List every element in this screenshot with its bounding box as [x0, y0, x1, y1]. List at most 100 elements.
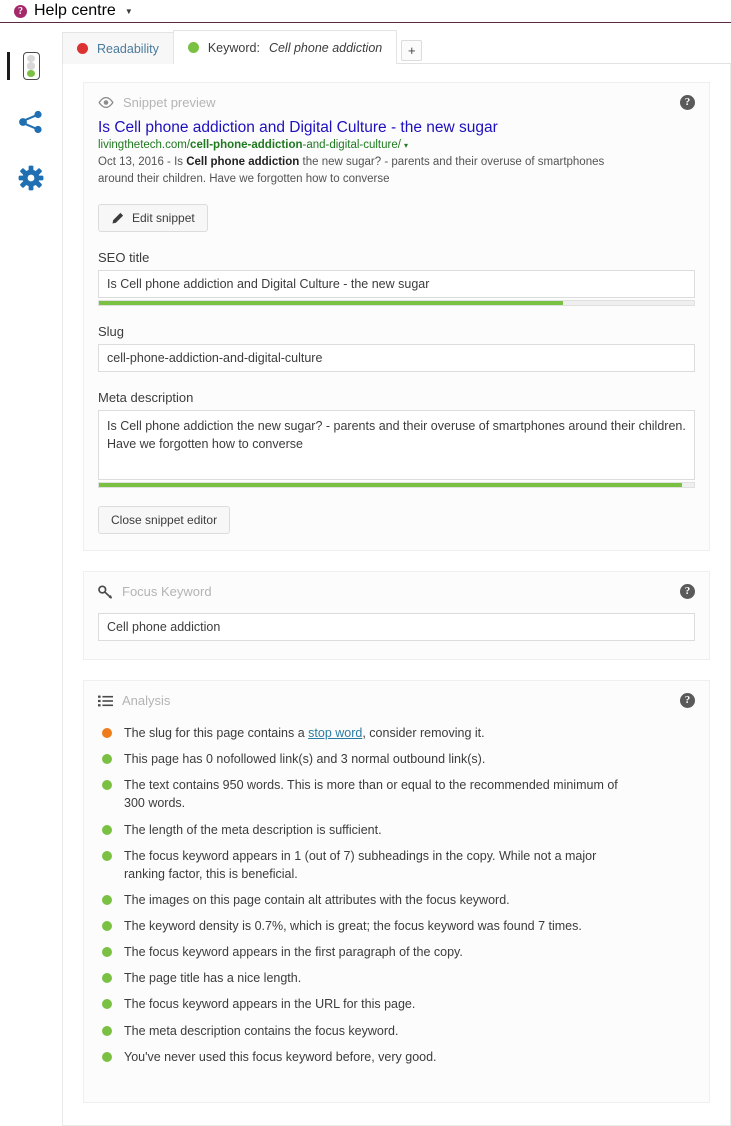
analysis-item-text: The length of the meta description is su… — [124, 822, 382, 837]
key-icon — [98, 584, 113, 599]
snippet-desc-keyword: Cell phone addiction — [186, 156, 300, 169]
analysis-help-icon[interactable]: ? — [680, 693, 695, 709]
analysis-item: The text contains 950 words. This is mor… — [98, 772, 695, 816]
analysis-item-text: The keyword density is 0.7%, which is gr… — [124, 919, 582, 934]
snippet-url-domain: livingthetech.com/ — [98, 139, 191, 152]
tab-readability-label: Readability — [97, 41, 159, 56]
analysis-item: The slug for this page contains a stop w… — [98, 720, 695, 746]
analysis-status-dot — [102, 894, 112, 905]
add-keyword-tab-button[interactable]: + — [401, 40, 423, 61]
meta-description-progress-bar — [98, 482, 695, 489]
focus-keyword-help-icon[interactable]: ? — [680, 584, 695, 600]
tab-strip: Readability Keyword: Cell phone addictio… — [62, 30, 731, 64]
snippet-result-title[interactable]: Is Cell phone addiction and Digital Cult… — [98, 118, 695, 137]
snippet-preview-title: Snippet preview — [123, 95, 216, 110]
focus-keyword-title: Focus Keyword — [122, 584, 212, 600]
help-centre-bar: ? Help centre ▼ — [0, 0, 731, 23]
analysis-status-dot — [102, 947, 112, 958]
meta-description-progress-fill — [99, 483, 683, 488]
snippet-preview-body: Is Cell phone addiction and Digital Cult… — [84, 118, 709, 550]
sidebar-item-seo-traffic-light[interactable] — [7, 50, 48, 82]
analysis-item: The focus keyword appears in 1 (out of 7… — [98, 843, 695, 887]
analysis-item-text: The focus keyword appears in 1 (out of 7… — [124, 848, 597, 881]
chevron-down-icon[interactable]: ▼ — [125, 7, 133, 16]
snippet-preview-help-icon[interactable]: ? — [680, 95, 695, 110]
keyword-status-dot — [187, 42, 199, 53]
analysis-item-text: The page title has a nice length. — [124, 971, 302, 986]
share-icon — [19, 110, 42, 134]
analysis-item: The keyword density is 0.7%, which is gr… — [98, 913, 695, 939]
slug-input[interactable] — [98, 344, 695, 373]
slug-label: Slug — [98, 324, 125, 340]
snippet-result-url[interactable]: livingthetech.com/cell-phone-addiction-a… — [98, 139, 695, 151]
tab-keyword-value: Cell phone addiction — [268, 40, 383, 55]
panels-container: Snippet preview ? Is Cell phone addictio… — [62, 64, 731, 1126]
snippet-result-description: Oct 13, 2016 - Is Cell phone addiction t… — [98, 154, 626, 187]
analysis-item-text: This page has 0 nofollowed link(s) and 3… — [124, 752, 486, 767]
tab-keyword-label: Keyword: — [207, 40, 260, 55]
seo-title-input[interactable] — [98, 270, 695, 299]
analysis-item: The focus keyword appears in the first p… — [98, 939, 695, 965]
seo-title-progress-bar — [98, 300, 695, 307]
analysis-status-dot — [102, 728, 112, 739]
analysis-item: The length of the meta description is su… — [98, 817, 695, 843]
analysis-item-text: The slug for this page contains a stop w… — [124, 726, 485, 741]
tab-readability[interactable]: Readability — [62, 32, 174, 64]
analysis-item: You've never used this focus keyword bef… — [98, 1044, 695, 1070]
focus-keyword-input[interactable] — [98, 613, 695, 642]
help-centre-label[interactable]: Help centre — [34, 2, 116, 20]
analysis-item-text: The meta description contains the focus … — [124, 1023, 399, 1038]
analysis-status-dot — [102, 754, 112, 765]
content-column: Readability Keyword: Cell phone addictio… — [62, 24, 731, 1126]
analysis-status-dot — [102, 1051, 112, 1062]
gear-icon — [18, 165, 44, 191]
analysis-item-text: The focus keyword appears in the URL for… — [124, 997, 416, 1012]
tab-keyword[interactable]: Keyword: Cell phone addiction — [172, 30, 398, 64]
analysis-item: This page has 0 nofollowed link(s) and 3… — [98, 746, 695, 772]
meta-description-textarea[interactable]: Is Cell phone addiction the new sugar? -… — [98, 410, 695, 481]
analysis-item-link[interactable]: stop word — [308, 726, 362, 740]
workspace: Readability Keyword: Cell phone addictio… — [0, 24, 731, 1126]
pencil-icon — [112, 212, 124, 224]
snippet-desc-date: Oct 13, 2016 - — [98, 156, 175, 169]
analysis-title: Analysis — [122, 693, 171, 709]
snippet-url-rest: -and-digital-culture/ — [302, 139, 401, 152]
analysis-item: The focus keyword appears in the URL for… — [98, 991, 695, 1017]
analysis-item: The page title has a nice length. — [98, 965, 695, 991]
analysis-status-dot — [102, 921, 112, 932]
focus-keyword-body — [84, 607, 709, 659]
sidebar-item-settings[interactable] — [14, 162, 48, 194]
traffic-light-icon — [22, 52, 40, 80]
meta-description-label: Meta description — [98, 390, 194, 406]
analysis-item: The images on this page contain alt attr… — [98, 887, 695, 913]
chevron-down-icon[interactable]: ▾ — [404, 141, 408, 150]
analysis-item-text: You've never used this focus keyword bef… — [124, 1049, 437, 1064]
analysis-list: The slug for this page contains a stop w… — [98, 716, 695, 1076]
seo-title-progress-fill — [99, 301, 564, 306]
analysis-item-text: The images on this page contain alt attr… — [124, 892, 510, 907]
analysis-status-dot — [102, 850, 112, 861]
focus-keyword-card: Focus Keyword ? — [83, 571, 710, 661]
snippet-preview-card: Snippet preview ? Is Cell phone addictio… — [83, 82, 710, 552]
eye-icon — [98, 97, 114, 108]
close-snippet-editor-button[interactable]: Close snippet editor — [98, 506, 231, 535]
analysis-status-dot — [102, 824, 112, 835]
analysis-item-text: The focus keyword appears in the first p… — [124, 945, 463, 960]
analysis-status-dot — [102, 999, 112, 1010]
analysis-card: Analysis ? The slug for this page contai… — [83, 680, 710, 1103]
snippet-url-keyword: cell-phone-addiction — [190, 139, 303, 152]
icon-rail — [0, 24, 62, 1093]
analysis-item: The meta description contains the focus … — [98, 1018, 695, 1044]
list-icon — [98, 695, 113, 707]
snippet-desc-pre: Is — [174, 156, 187, 169]
analysis-body: The slug for this page contains a stop w… — [84, 716, 709, 1102]
readability-status-dot — [77, 43, 88, 54]
analysis-status-dot — [102, 780, 112, 791]
sidebar-item-social-share[interactable] — [14, 106, 48, 138]
focus-keyword-header: Focus Keyword ? — [84, 572, 709, 607]
edit-snippet-button[interactable]: Edit snippet — [98, 204, 208, 233]
analysis-status-dot — [102, 1025, 112, 1036]
edit-snippet-label: Edit snippet — [132, 211, 195, 226]
analysis-status-dot — [102, 973, 112, 984]
analysis-item-text: The text contains 950 words. This is mor… — [124, 778, 618, 811]
